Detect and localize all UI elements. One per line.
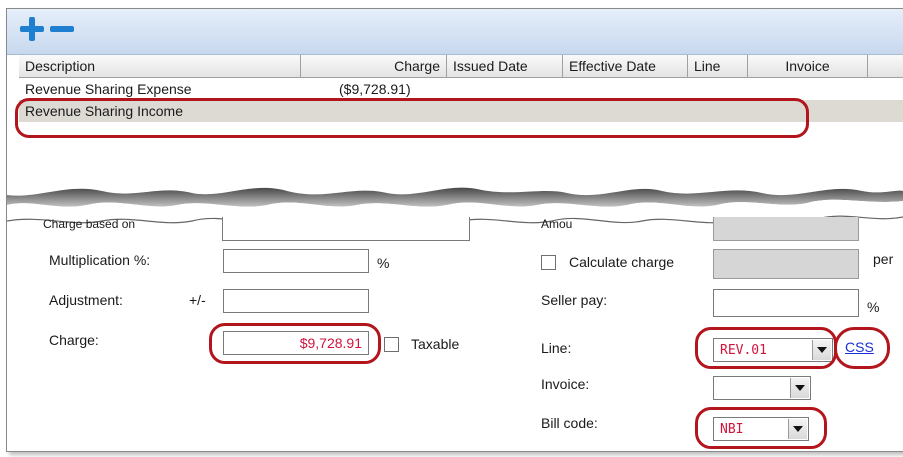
seller-pay-label: Seller pay: <box>541 292 608 308</box>
line-label: Line: <box>541 340 572 356</box>
taxable-label: Taxable <box>411 336 460 352</box>
add-icon[interactable] <box>19 16 45 42</box>
amount-field <box>713 217 859 241</box>
invoice-label: Invoice: <box>541 376 590 392</box>
per-label: per <box>873 251 894 267</box>
grid-body: Revenue Sharing Expense ($9,728.91) Reve… <box>19 78 903 178</box>
amount-label: Amou <box>541 217 573 231</box>
table-row[interactable]: Revenue Sharing Expense ($9,728.91) <box>19 78 903 100</box>
multiplication-label: Multiplication %: <box>49 252 151 268</box>
adjustment-label: Adjustment: <box>49 292 123 308</box>
taxable-checkbox[interactable] <box>384 337 399 352</box>
column-header-invoice[interactable]: Invoice <box>748 55 868 77</box>
line-select[interactable]: REV.01 <box>713 338 833 362</box>
charge-input[interactable]: $9,728.91 <box>223 331 369 355</box>
plus-minus-label: +/- <box>189 292 206 308</box>
table-row-selected[interactable]: Revenue Sharing Income <box>19 100 903 122</box>
column-header-line[interactable]: Line <box>688 55 748 77</box>
css-link[interactable]: CSS <box>845 339 874 355</box>
remove-icon[interactable] <box>49 16 75 42</box>
bill-code-select[interactable]: NBI <box>713 417 809 441</box>
adjustment-input[interactable] <box>223 289 369 313</box>
multiplication-percent-symbol: % <box>377 255 390 271</box>
row-description: Revenue Sharing Income <box>25 103 183 119</box>
dropdown-arrow-icon[interactable] <box>812 340 831 360</box>
calculate-charge-label: Calculate charge <box>569 254 675 270</box>
charge-label: Charge: <box>49 332 99 348</box>
seller-pay-input[interactable] <box>713 289 859 317</box>
column-header-charge[interactable]: Charge <box>301 55 447 77</box>
grid-header: Description Charge Issued Date Effective… <box>19 55 903 78</box>
multiplication-input[interactable] <box>223 249 369 273</box>
dropdown-arrow-icon[interactable] <box>790 378 809 398</box>
row-charge: ($9,728.91) <box>339 81 411 97</box>
invoice-select[interactable] <box>713 376 811 400</box>
charge-based-on-label: Charge based on <box>43 217 136 231</box>
charge-based-on-select[interactable] <box>222 217 470 241</box>
calculate-charge-field <box>713 249 859 279</box>
seller-pay-percent-symbol: % <box>867 299 880 315</box>
bill-code-label: Bill code: <box>541 415 598 431</box>
column-header-extra[interactable] <box>868 55 903 77</box>
calculate-charge-checkbox[interactable] <box>541 255 556 270</box>
window: Description Charge Issued Date Effective… <box>6 8 903 452</box>
row-description: Revenue Sharing Expense <box>25 81 192 97</box>
column-header-description[interactable]: Description <box>19 55 301 77</box>
grid-toolbar <box>7 9 903 55</box>
column-header-issued-date[interactable]: Issued Date <box>447 55 563 77</box>
column-header-effective-date[interactable]: Effective Date <box>563 55 688 77</box>
dropdown-arrow-icon[interactable] <box>788 419 807 439</box>
